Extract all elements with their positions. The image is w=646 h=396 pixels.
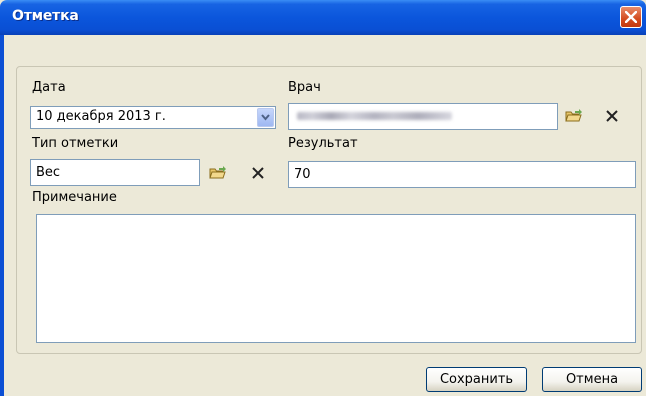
close-icon bbox=[625, 11, 637, 23]
doctor-select-button[interactable] bbox=[560, 104, 587, 129]
window-title: Отметка bbox=[12, 8, 79, 24]
folder-select-icon bbox=[209, 166, 226, 179]
close-button[interactable] bbox=[620, 6, 642, 28]
save-button[interactable]: Сохранить bbox=[426, 367, 527, 392]
clear-x-icon bbox=[606, 110, 618, 122]
result-value: 70 bbox=[294, 167, 311, 182]
mark-type-field[interactable]: Вес bbox=[30, 159, 200, 186]
doctor-clear-button[interactable] bbox=[599, 104, 626, 129]
result-field[interactable]: 70 bbox=[288, 161, 636, 188]
mark-type-clear-button[interactable] bbox=[245, 161, 272, 186]
cancel-button[interactable]: Отмена bbox=[542, 367, 642, 392]
mark-type-value: Вес bbox=[36, 165, 61, 180]
date-combobox[interactable]: 10 декабря 2013 г. bbox=[30, 106, 276, 129]
window-frame-left bbox=[0, 35, 4, 396]
date-value: 10 декабря 2013 г. bbox=[36, 109, 166, 124]
folder-select-icon bbox=[565, 109, 582, 122]
title-bar[interactable]: Отметка bbox=[0, 0, 646, 35]
note-textarea[interactable] bbox=[36, 214, 636, 343]
clear-x-icon bbox=[252, 167, 264, 179]
date-dropdown-button[interactable] bbox=[257, 108, 274, 127]
result-label: Результат bbox=[288, 136, 358, 151]
note-label: Примечание bbox=[32, 190, 117, 205]
doctor-label: Врач bbox=[288, 80, 321, 95]
doctor-name-redacted bbox=[297, 112, 452, 120]
doctor-field[interactable] bbox=[288, 103, 558, 130]
date-label: Дата bbox=[32, 80, 66, 95]
dialog-window: Отметка Дата 10 декабря 2013 г. Врач Тип… bbox=[0, 0, 646, 396]
chevron-down-icon bbox=[261, 114, 270, 121]
mark-type-select-button[interactable] bbox=[204, 161, 231, 186]
mark-type-label: Тип отметки bbox=[32, 136, 119, 151]
